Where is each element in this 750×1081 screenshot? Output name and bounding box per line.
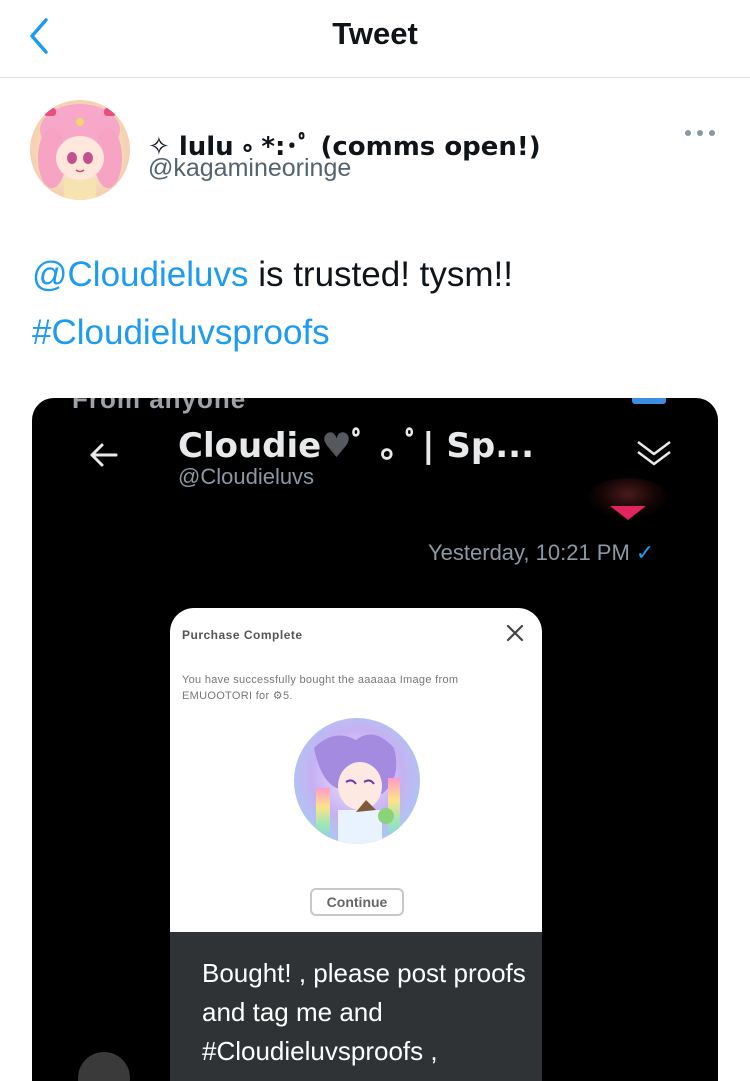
hashtag-link[interactable]: #Cloudieluvsproofs	[32, 304, 722, 362]
message-bubble: Bought! , please post proofs and tag me …	[170, 932, 542, 1081]
close-icon	[506, 624, 524, 642]
purchased-image-art	[294, 718, 420, 844]
message-text: Bought! , please post proofs and tag me …	[202, 958, 526, 1066]
media-top-badge	[632, 398, 666, 404]
dm-back-button	[86, 438, 120, 472]
card-close-button	[504, 622, 526, 644]
page-title: Tweet	[332, 16, 418, 51]
message-timestamp-text: Yesterday, 10:21 PM	[428, 540, 630, 565]
avatar[interactable]	[30, 100, 130, 200]
check-icon: ✓	[635, 540, 655, 565]
double-chevron-down-icon	[637, 441, 671, 466]
dm-contact-name: Cloudie♥ﾟ ｡ ﾟ| Sp...	[178, 418, 534, 467]
dm-sender-avatar	[78, 1052, 130, 1081]
avatar-image	[30, 100, 130, 200]
user-handle[interactable]: @kagamineoringe	[148, 154, 351, 183]
tweet-body: is trusted! tysm!!	[248, 255, 513, 294]
card-title: Purchase Complete	[182, 628, 303, 642]
dm-contact-name-text: Cloudie	[178, 426, 322, 466]
top-bar: Tweet	[0, 0, 750, 78]
tweet-media[interactable]: From anyone Cloudie♥ﾟ ｡ ﾟ| Sp... @Cloudi…	[32, 398, 718, 1081]
tweet-text: @Cloudieluvs is trusted! tysm!! #Cloudie…	[32, 246, 722, 362]
purchase-card: Purchase Complete You have successfully …	[170, 608, 542, 938]
red-marker	[610, 506, 646, 520]
ellipsis-icon	[685, 130, 715, 136]
dm-contact-handle: @Cloudieluvs	[178, 464, 315, 489]
continue-button: Continue	[310, 888, 404, 916]
card-description: You have successfully bought the aaaaaa …	[182, 674, 459, 702]
arrow-left-icon	[90, 443, 118, 467]
message-timestamp: Yesterday, 10:21 PM ✓	[428, 540, 654, 566]
purchased-image	[294, 718, 420, 844]
dm-options	[634, 436, 674, 470]
mention-link[interactable]: @Cloudieluvs	[32, 255, 248, 294]
media-top-text: From anyone	[72, 398, 247, 414]
dm-contact-name-suffix: ﾟ ｡ ﾟ| Sp...	[351, 426, 534, 466]
heart-icon: ♥	[321, 426, 352, 466]
more-options-button[interactable]	[680, 118, 720, 148]
